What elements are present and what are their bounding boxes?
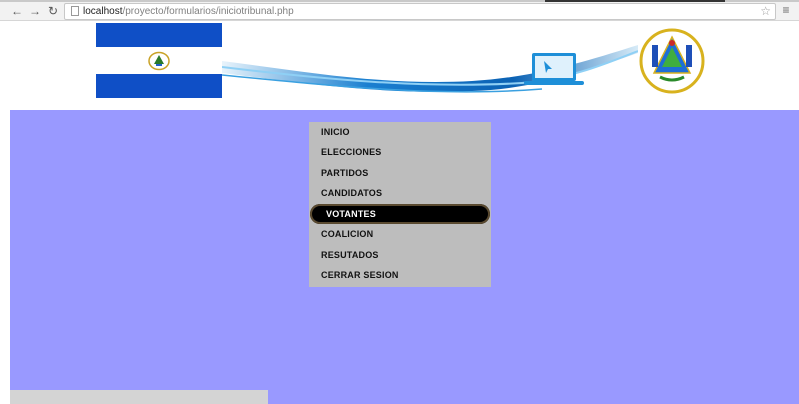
el-salvador-flag <box>96 23 222 98</box>
url-path: /proyecto/formularios/iniciotribunal.php <box>122 6 294 17</box>
page-icon <box>71 6 79 16</box>
menu-item-label: ELECCIONES <box>321 147 382 157</box>
flag-band-bottom <box>96 74 222 98</box>
menu-item-label: VOTANTES <box>326 209 376 219</box>
star-icon[interactable]: ☆ <box>760 4 771 18</box>
menu-item-label: CERRAR SESION <box>321 270 399 280</box>
hamburger-menu-icon[interactable]: ≡ <box>780 4 792 16</box>
menu-item-cerrar-sesion[interactable]: CERRAR SESION <box>309 265 491 285</box>
menu-item-coalicion[interactable]: COALICION <box>309 224 491 244</box>
menu-item-label: RESUTADOS <box>321 250 379 260</box>
menu-item-candidatos[interactable]: CANDIDATOS <box>309 183 491 203</box>
horizontal-scrollbar[interactable] <box>10 390 268 404</box>
menu-item-inicio[interactable]: INICIO <box>309 122 491 142</box>
menu-item-elecciones[interactable]: ELECCIONES <box>309 142 491 162</box>
tab-strip-edge <box>0 0 799 2</box>
menu-item-resultados[interactable]: RESUTADOS <box>309 245 491 265</box>
coat-of-arms-icon <box>639 28 705 94</box>
back-arrow-icon[interactable]: ← <box>10 4 24 18</box>
menu-item-label: COALICION <box>321 229 374 239</box>
laptop-icon <box>524 53 584 85</box>
forward-arrow-icon[interactable]: → <box>28 4 42 18</box>
menu-item-label: INICIO <box>321 127 350 137</box>
menu-item-label: CANDIDATOS <box>321 188 383 198</box>
url-host: localhost <box>83 6 123 17</box>
menu-item-votantes[interactable]: VOTANTES <box>310 204 490 224</box>
browser-toolbar: ← → ↻ localhost/proyecto/formularios/ini… <box>0 0 799 21</box>
menu-item-partidos[interactable]: PARTIDOS <box>309 163 491 183</box>
url-text[interactable]: localhost/proyecto/formularios/iniciotri… <box>83 5 294 18</box>
flag-band-top <box>96 23 222 47</box>
flag-emblem-icon <box>148 51 170 71</box>
address-bar[interactable]: localhost/proyecto/formularios/iniciotri… <box>64 3 776 20</box>
menu-item-label: PARTIDOS <box>321 168 369 178</box>
main-menu: INICIO ELECCIONES PARTIDOS CANDIDATOS VO… <box>309 122 491 287</box>
reload-icon[interactable]: ↻ <box>46 4 60 18</box>
header-banner <box>0 21 799 110</box>
active-tab-edge <box>545 0 725 2</box>
